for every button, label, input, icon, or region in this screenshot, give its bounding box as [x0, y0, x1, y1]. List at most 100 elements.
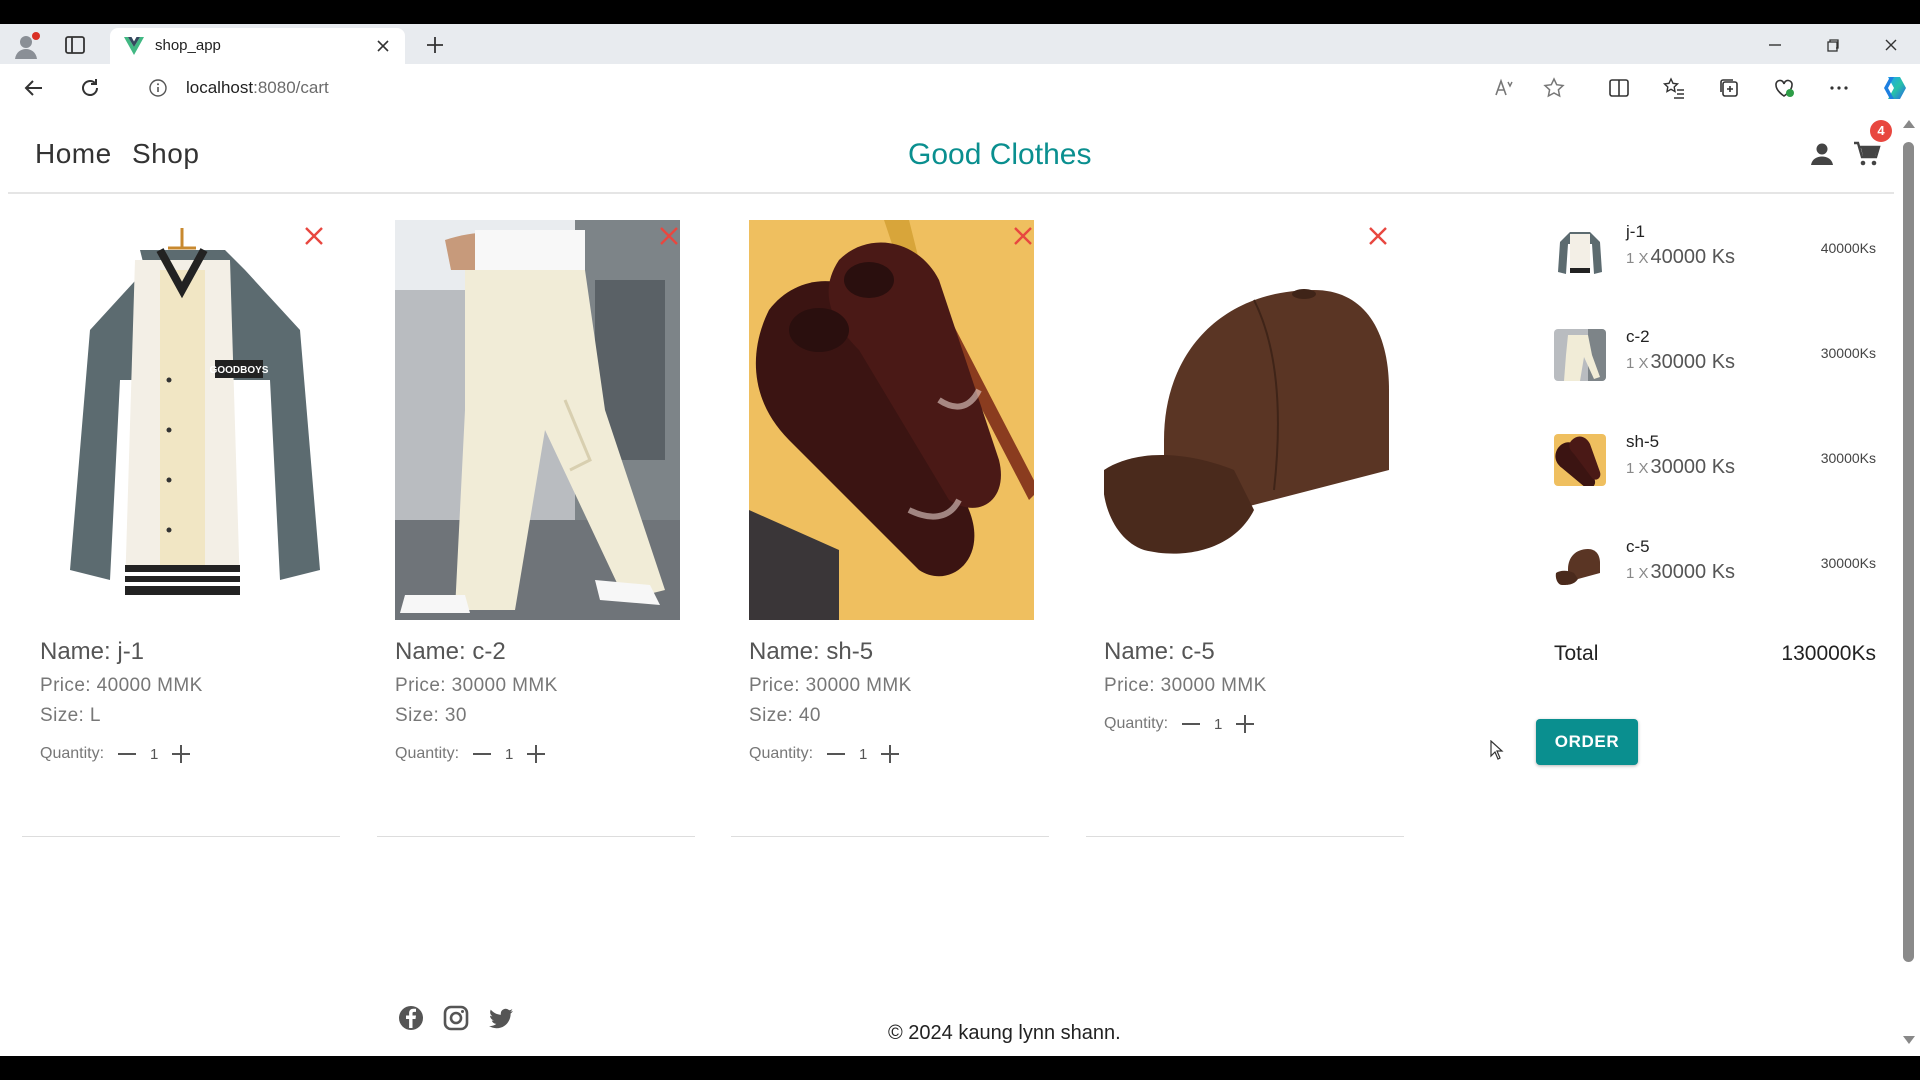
cart-item-card: Name: c-2 Price: 30000 MMK Size: 30 Quan… — [377, 220, 695, 837]
more-options-icon[interactable] — [1827, 76, 1851, 100]
item-name: Name: sh-5 — [749, 638, 874, 665]
item-size: Size: 40 — [749, 705, 821, 726]
summary-line-total: 30000Ks — [1820, 345, 1876, 361]
favorite-star-icon[interactable] — [1542, 76, 1566, 100]
nav-shop-link[interactable]: Shop — [132, 138, 199, 170]
browser-essentials-icon[interactable] — [1772, 76, 1796, 100]
summary-item-name: sh-5 — [1626, 432, 1660, 451]
favorites-icon[interactable] — [1662, 76, 1686, 100]
summary-line-total: 40000Ks — [1820, 240, 1876, 256]
item-price: Price: 40000 MMK — [40, 675, 203, 696]
summary-qty-count: 1 — [1626, 460, 1635, 477]
instagram-icon[interactable] — [442, 1004, 470, 1032]
site-footer: © 2024 kaung lynn shann. — [0, 992, 1898, 1056]
url-host: localhost — [186, 78, 254, 97]
url-path: :8080/cart — [253, 78, 329, 97]
address-bar[interactable]: localhost:8080/cart — [140, 68, 1480, 108]
item-size: Size: L — [40, 705, 101, 726]
item-name: Name: c-2 — [395, 638, 506, 665]
quantity-label: Quantity: — [1104, 715, 1169, 732]
jacket-thumbnail — [1554, 224, 1606, 276]
restore-icon[interactable] — [1820, 32, 1846, 58]
summary-line-total: 30000Ks — [1820, 555, 1876, 571]
increase-quantity-button[interactable] — [172, 745, 191, 763]
summary-unit-price: 30000 Ks — [1650, 561, 1736, 583]
order-button[interactable]: ORDER — [1536, 719, 1638, 765]
reload-icon[interactable] — [76, 74, 104, 102]
close-tab-icon[interactable] — [373, 36, 393, 56]
shoes-thumbnail — [1554, 434, 1606, 486]
summary-multiply-sign: X — [1638, 565, 1649, 582]
close-window-icon[interactable] — [1878, 32, 1904, 58]
back-icon[interactable] — [20, 74, 48, 102]
new-tab-icon[interactable] — [422, 32, 448, 58]
shoes-image — [749, 220, 1034, 620]
copyright-text: © 2024 kaung lynn shann. — [888, 1022, 1121, 1044]
summary-qty-count: 1 — [1626, 355, 1635, 372]
summary-line-total: 30000Ks — [1820, 450, 1876, 466]
cart-icon[interactable] — [1852, 139, 1882, 169]
decrease-quantity-button[interactable] — [1182, 723, 1201, 725]
jacket-image: GOODBOYS — [40, 220, 325, 620]
pants-image — [395, 220, 680, 620]
item-price: Price: 30000 MMK — [749, 675, 912, 696]
remove-item-icon[interactable] — [1011, 224, 1035, 248]
quantity-stepper: Quantity: 1 — [749, 742, 900, 766]
nav-home-link[interactable]: Home — [35, 138, 112, 170]
cart-item-card: Name: c-5 Price: 30000 MMK Quantity: 1 — [1086, 220, 1404, 837]
quantity-label: Quantity: — [395, 745, 460, 762]
quantity-value: 1 — [505, 745, 514, 763]
summary-item-qty: 1 X 30000 Ks — [1626, 456, 1735, 479]
scrollbar-thumb[interactable] — [1903, 142, 1914, 962]
scroll-down-icon[interactable] — [1903, 1036, 1915, 1044]
twitter-icon[interactable] — [487, 1004, 515, 1032]
quantity-label: Quantity: — [40, 745, 105, 762]
tab-strip: shop_app — [0, 24, 1920, 64]
copilot-icon[interactable] — [1880, 73, 1910, 103]
quantity-label: Quantity: — [749, 745, 814, 762]
remove-item-icon[interactable] — [1366, 224, 1390, 248]
cart-item-card: GOODBOYS Name: j-1 Price: 40000 MMK Size… — [22, 220, 340, 837]
summary-unit-price: 30000 Ks — [1650, 456, 1736, 478]
quantity-stepper: Quantity: 1 — [40, 742, 191, 766]
mouse-cursor-icon — [1490, 739, 1504, 760]
site-info-icon[interactable] — [148, 78, 168, 98]
summary-item: j-1 1 X 40000 Ks 40000Ks — [1536, 208, 1876, 288]
item-name: Name: j-1 — [40, 638, 145, 665]
split-screen-icon[interactable] — [1607, 76, 1631, 100]
collections-icon[interactable] — [1717, 76, 1741, 100]
increase-quantity-button[interactable] — [881, 745, 900, 763]
summary-multiply-sign: X — [1638, 355, 1649, 372]
summary-item-qty: 1 X 40000 Ks — [1626, 246, 1735, 269]
cap-image — [1104, 220, 1389, 620]
increase-quantity-button[interactable] — [1236, 715, 1255, 733]
decrease-quantity-button[interactable] — [827, 753, 846, 755]
scroll-up-icon[interactable] — [1903, 120, 1915, 128]
decrease-quantity-button[interactable] — [118, 753, 137, 755]
svg-text:GOODBOYS: GOODBOYS — [210, 365, 269, 376]
item-price: Price: 30000 MMK — [395, 675, 558, 696]
summary-item: sh-5 1 X 30000 Ks 30000Ks — [1536, 418, 1876, 498]
profile-icon[interactable] — [12, 31, 42, 61]
facebook-icon[interactable] — [397, 1004, 425, 1032]
quantity-stepper: Quantity: 1 — [395, 742, 546, 766]
screen: shop_app localhost:8080/cart Home Shop G… — [0, 0, 1920, 1080]
user-icon[interactable] — [1808, 140, 1836, 168]
summary-item-name: c-2 — [1626, 327, 1650, 346]
remove-item-icon[interactable] — [657, 224, 681, 248]
decrease-quantity-button[interactable] — [473, 753, 492, 755]
tab-actions-icon[interactable] — [63, 34, 87, 56]
quantity-stepper: Quantity: 1 — [1104, 712, 1255, 736]
page-content: Home Shop Good Clothes 4 GOODBOYS Name: … — [0, 112, 1920, 1056]
page-scrollbar[interactable] — [1898, 112, 1920, 1056]
remove-item-icon[interactable] — [302, 224, 326, 248]
increase-quantity-button[interactable] — [527, 745, 546, 763]
brand-title[interactable]: Good Clothes — [908, 138, 1091, 172]
read-aloud-icon[interactable] — [1492, 76, 1516, 100]
item-price: Price: 30000 MMK — [1104, 675, 1267, 696]
summary-unit-price: 40000 Ks — [1650, 246, 1736, 268]
cart-item-card: Name: sh-5 Price: 30000 MMK Size: 40 Qua… — [731, 220, 1049, 837]
tab-shop-app[interactable]: shop_app — [110, 28, 405, 64]
minimize-icon[interactable] — [1762, 32, 1788, 58]
vue-logo-icon — [124, 37, 144, 55]
